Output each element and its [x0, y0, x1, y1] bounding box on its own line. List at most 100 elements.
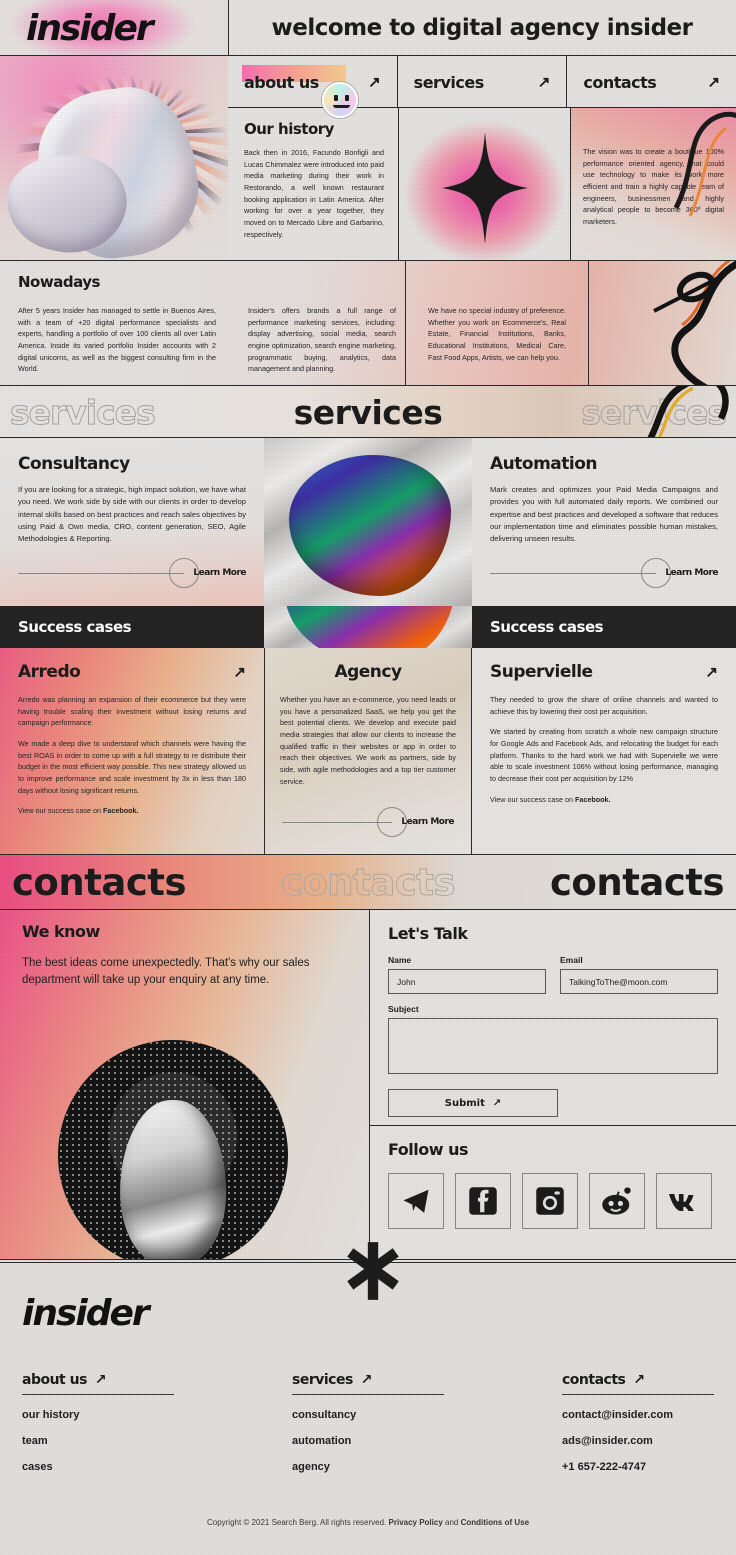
history-star-art [398, 108, 570, 261]
nowadays-section: Nowadays After 5 years Insider has manag… [0, 261, 736, 386]
divider [405, 261, 406, 386]
footer-link[interactable]: team [22, 1435, 292, 1447]
iridescent-bust-continued [284, 606, 456, 648]
arrow-up-right-icon: ↗ [537, 74, 551, 91]
divider [369, 910, 370, 1260]
arrow-up-right-icon: ↗ [707, 74, 721, 91]
nav-item-about-us[interactable]: about us ↗ [228, 56, 397, 108]
footer-link[interactable]: +1 657-222-4747 [562, 1461, 714, 1473]
contacts-title-left: contacts [12, 861, 187, 904]
service-card-consultancy: Consultancy If you are looking for a str… [0, 438, 264, 606]
history-section: Our history Back then in 2016, Facundo B… [228, 108, 736, 261]
divider [228, 0, 229, 56]
footer-link[interactable]: consultancy [292, 1409, 562, 1421]
subject-field-group: Subject [388, 1004, 718, 1079]
footer-link[interactable]: our history [22, 1409, 292, 1421]
nav-label: contacts [583, 72, 657, 92]
footer-col-heading[interactable]: contacts ↗ [562, 1372, 714, 1395]
subject-textarea[interactable] [388, 1018, 718, 1074]
facebook-icon[interactable] [455, 1173, 511, 1229]
case-arredo: Arredo ↗ Arredo was planning an expansio… [0, 648, 264, 855]
landing-page: insider welcome to digital agency inside… [0, 0, 736, 1555]
rule [18, 572, 185, 574]
case-paragraph: They needed to grow the share of online … [490, 695, 718, 716]
learn-more-label: Learn More [401, 817, 454, 827]
footer-link[interactable]: agency [292, 1461, 562, 1473]
services-cards: Consultancy If you are looking for a str… [0, 438, 736, 606]
name-label: Name [388, 955, 412, 965]
nowadays-text-3: We have no special industry of preferenc… [428, 306, 566, 362]
services-ghost-left: services [10, 392, 157, 432]
subject-label: Subject [388, 1004, 419, 1014]
copyright: Copyright © 2021 Search Berg. All rights… [0, 1518, 736, 1527]
we-know-text: The best ideas come unexpectedly. That's… [22, 957, 310, 987]
footer-col-about-us: about us ↗ our history team cases [22, 1372, 292, 1487]
nowadays-heading: Nowadays [18, 273, 100, 291]
footer-heading-label: about us [22, 1372, 87, 1388]
arrow-up-right-icon[interactable]: ↗ [705, 663, 718, 681]
arrow-up-right-icon: ↗ [94, 1372, 107, 1388]
success-label: Success cases [490, 618, 604, 636]
footer-col-services: services ↗ consultancy automation agency [292, 1372, 562, 1487]
success-cases-banner: Success cases Success cases [0, 606, 736, 648]
privacy-policy-link[interactable]: Privacy Policy [389, 1518, 443, 1527]
case-paragraph: Whether you have an e-commerce, you need… [280, 695, 456, 786]
case-title: Agency [334, 662, 402, 682]
asterisk-icon [347, 1242, 399, 1300]
footer-col-heading[interactable]: about us ↗ [22, 1372, 174, 1395]
learn-more-agency[interactable]: Learn More [282, 807, 454, 837]
email-input[interactable] [560, 969, 718, 994]
cases-section: Arredo ↗ Arredo was planning an expansio… [0, 648, 736, 855]
submit-label: Submit [444, 1097, 485, 1109]
footer-link[interactable]: cases [22, 1461, 292, 1473]
main-nav: about us ↗ services ↗ contacts ↗ [228, 56, 736, 108]
footer-heading-label: services [292, 1372, 353, 1388]
success-cases-right: Success cases [472, 606, 736, 648]
footer-col-heading[interactable]: services ↗ [292, 1372, 444, 1395]
rule [490, 572, 657, 574]
terms-link[interactable]: Conditions of Use [461, 1518, 529, 1527]
footer-link[interactable]: ads@insider.com [562, 1435, 714, 1447]
instagram-icon[interactable] [522, 1173, 578, 1229]
smiley-sticker-icon [322, 82, 358, 118]
follow-heading: Follow us [388, 1140, 469, 1159]
contacts-title-right: contacts [550, 861, 725, 904]
success-label: Success cases [18, 618, 132, 636]
form-heading: Let's Talk [388, 924, 468, 943]
case-paragraph: We made a deep dive to understand which … [18, 738, 246, 795]
nav-item-services[interactable]: services ↗ [396, 56, 567, 108]
copyright-conjunction: and [442, 1518, 461, 1527]
follow-us-panel: Follow us [370, 1125, 736, 1260]
divider [588, 261, 589, 386]
service-text: Mark creates and optimizes your Paid Med… [490, 485, 718, 544]
facebook-link[interactable]: Facebook. [575, 795, 611, 804]
nav-item-contacts[interactable]: contacts ↗ [566, 56, 736, 108]
case-title: Supervielle [490, 662, 593, 682]
footer-link[interactable]: contact@insider.com [562, 1409, 714, 1421]
nowadays-col-3: We have no special industry of preferenc… [410, 261, 580, 386]
wire-knot-art [673, 111, 736, 217]
reddit-icon[interactable] [589, 1173, 645, 1229]
arrow-up-right-icon[interactable]: ↗ [233, 663, 246, 681]
history-heading: Our history [244, 120, 334, 138]
brand-logo[interactable]: insider [26, 8, 154, 49]
telegram-icon[interactable] [388, 1173, 444, 1229]
learn-more-label: Learn More [193, 568, 246, 578]
service-title: Consultancy [18, 454, 130, 474]
arrow-up-right-icon: ↗ [368, 74, 381, 91]
service-title: Automation [490, 454, 598, 474]
services-center-artwork [264, 438, 472, 606]
name-input[interactable] [388, 969, 546, 994]
history-text: Back then in 2016, Facundo Bonfigli and … [244, 148, 384, 239]
footer-col-contacts: contacts ↗ contact@insider.com ads@insid… [562, 1372, 714, 1487]
learn-more-automation[interactable]: Learn More [490, 558, 718, 588]
service-card-automation: Automation Mark creates and optimizes yo… [472, 438, 736, 606]
footer-link[interactable]: automation [292, 1435, 562, 1447]
email-label: Email [560, 955, 583, 965]
vk-icon[interactable] [656, 1173, 712, 1229]
divider [471, 648, 472, 855]
learn-more-consultancy[interactable]: Learn More [18, 558, 246, 588]
case-link-prefix: View our success case on [18, 806, 103, 816]
submit-button[interactable]: Submit ↗ [388, 1089, 558, 1117]
facebook-link[interactable]: Facebook. [103, 806, 139, 815]
